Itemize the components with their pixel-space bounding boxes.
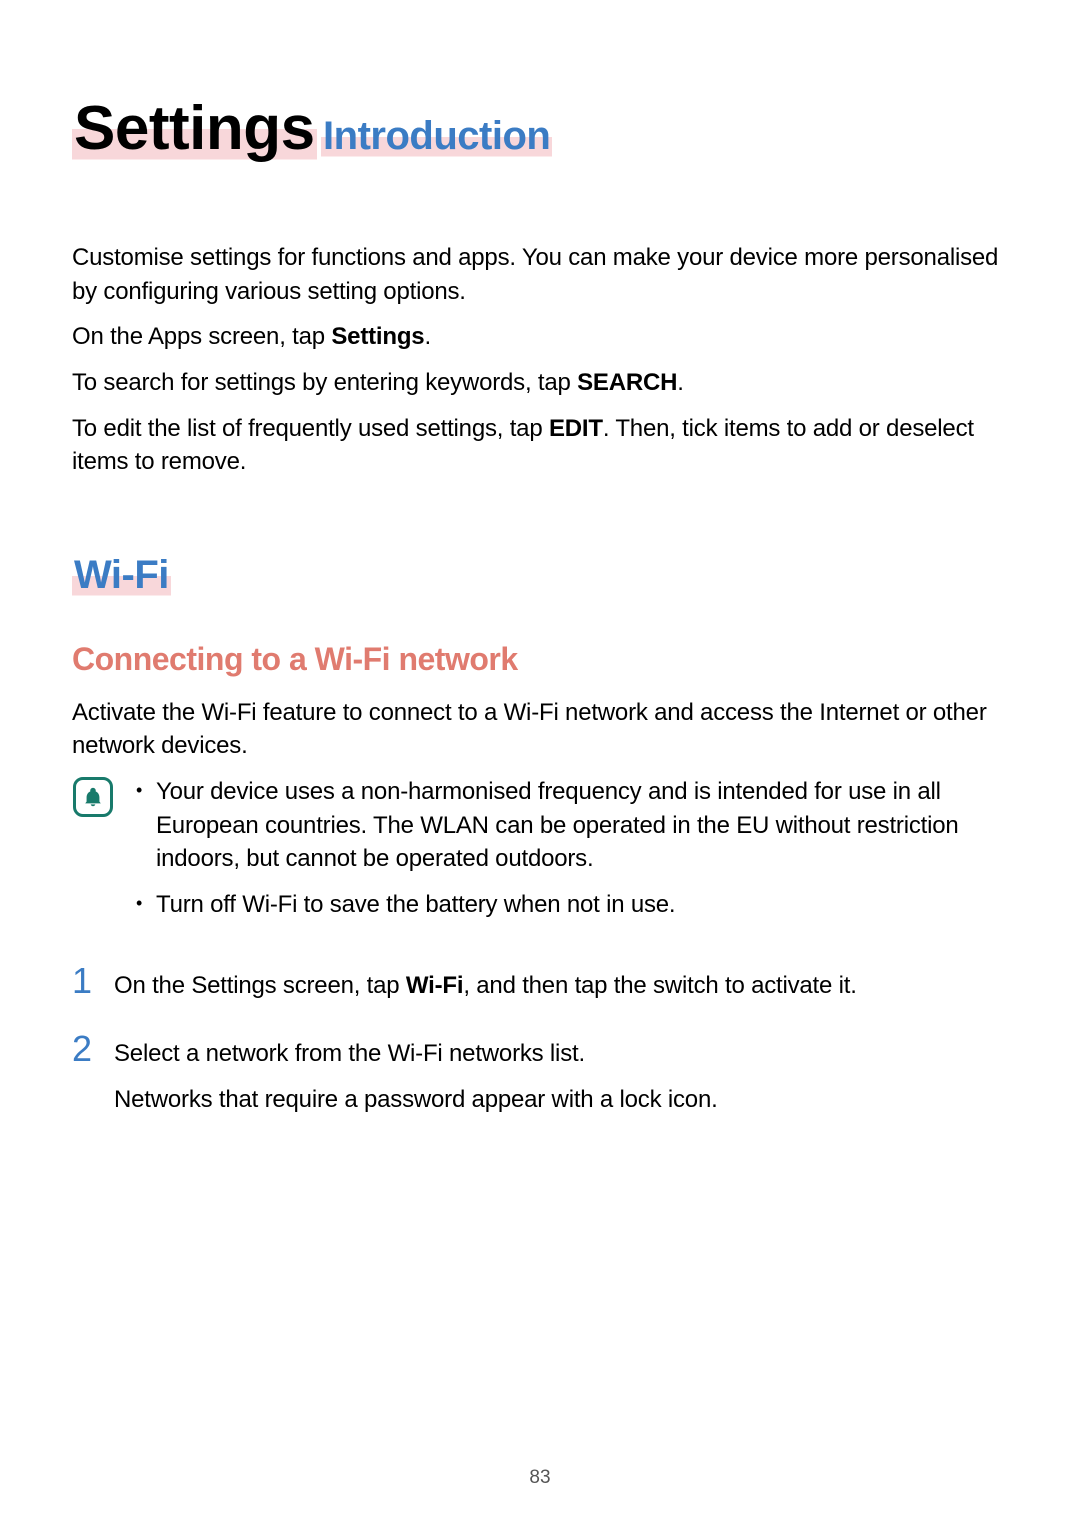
intro-paragraph-2: On the Apps screen, tap Settings. [72,320,1008,354]
note-bullet-1: Your device uses a non-harmonised freque… [134,775,1008,876]
bold-search: SEARCH [577,369,677,396]
bold-settings: Settings [331,323,424,350]
bold-wifi: Wi-Fi [406,972,463,999]
bold-edit: EDIT [549,415,603,442]
wifi-paragraph-1: Activate the Wi-Fi feature to connect to… [72,696,1008,763]
note-bullet-2: Turn off Wi-Fi to save the battery when … [134,888,1008,922]
note-icon-wrap [72,775,114,817]
step-number-2: 2 [72,1031,96,1067]
page-title: Settings [72,95,317,163]
text: To search for settings by entering keywo… [72,369,577,396]
section-introduction: Introduction [321,114,552,158]
text: To edit the list of frequently used sett… [72,415,549,442]
text: , and then tap the switch to activate it… [463,972,856,999]
note-bullet-list: Your device uses a non-harmonised freque… [134,775,1008,933]
section-wifi: Wi-Fi [72,553,171,597]
text: On the Apps screen, tap [72,323,331,350]
step-2: 2 Select a network from the Wi-Fi networ… [72,1031,1008,1128]
step-number-1: 1 [72,963,96,999]
step-2-line-1: Select a network from the Wi-Fi networks… [114,1037,1008,1071]
text: On the Settings screen, tap [114,972,406,999]
step-2-body: Select a network from the Wi-Fi networks… [114,1031,1008,1128]
step-1: 1 On the Settings screen, tap Wi-Fi, and… [72,963,1008,1015]
subheading-connecting: Connecting to a Wi-Fi network [72,641,1008,678]
intro-paragraph-4: To edit the list of frequently used sett… [72,412,1008,479]
note-callout: Your device uses a non-harmonised freque… [72,775,1008,933]
intro-paragraph-1: Customise settings for functions and app… [72,241,1008,308]
text: . [677,369,683,396]
step-1-body: On the Settings screen, tap Wi-Fi, and t… [114,963,1008,1015]
intro-paragraph-3: To search for settings by entering keywo… [72,366,1008,400]
page-number: 83 [0,1467,1080,1489]
bell-icon [73,777,113,817]
step-2-line-2: Networks that require a password appear … [114,1083,1008,1117]
text: . [424,323,430,350]
